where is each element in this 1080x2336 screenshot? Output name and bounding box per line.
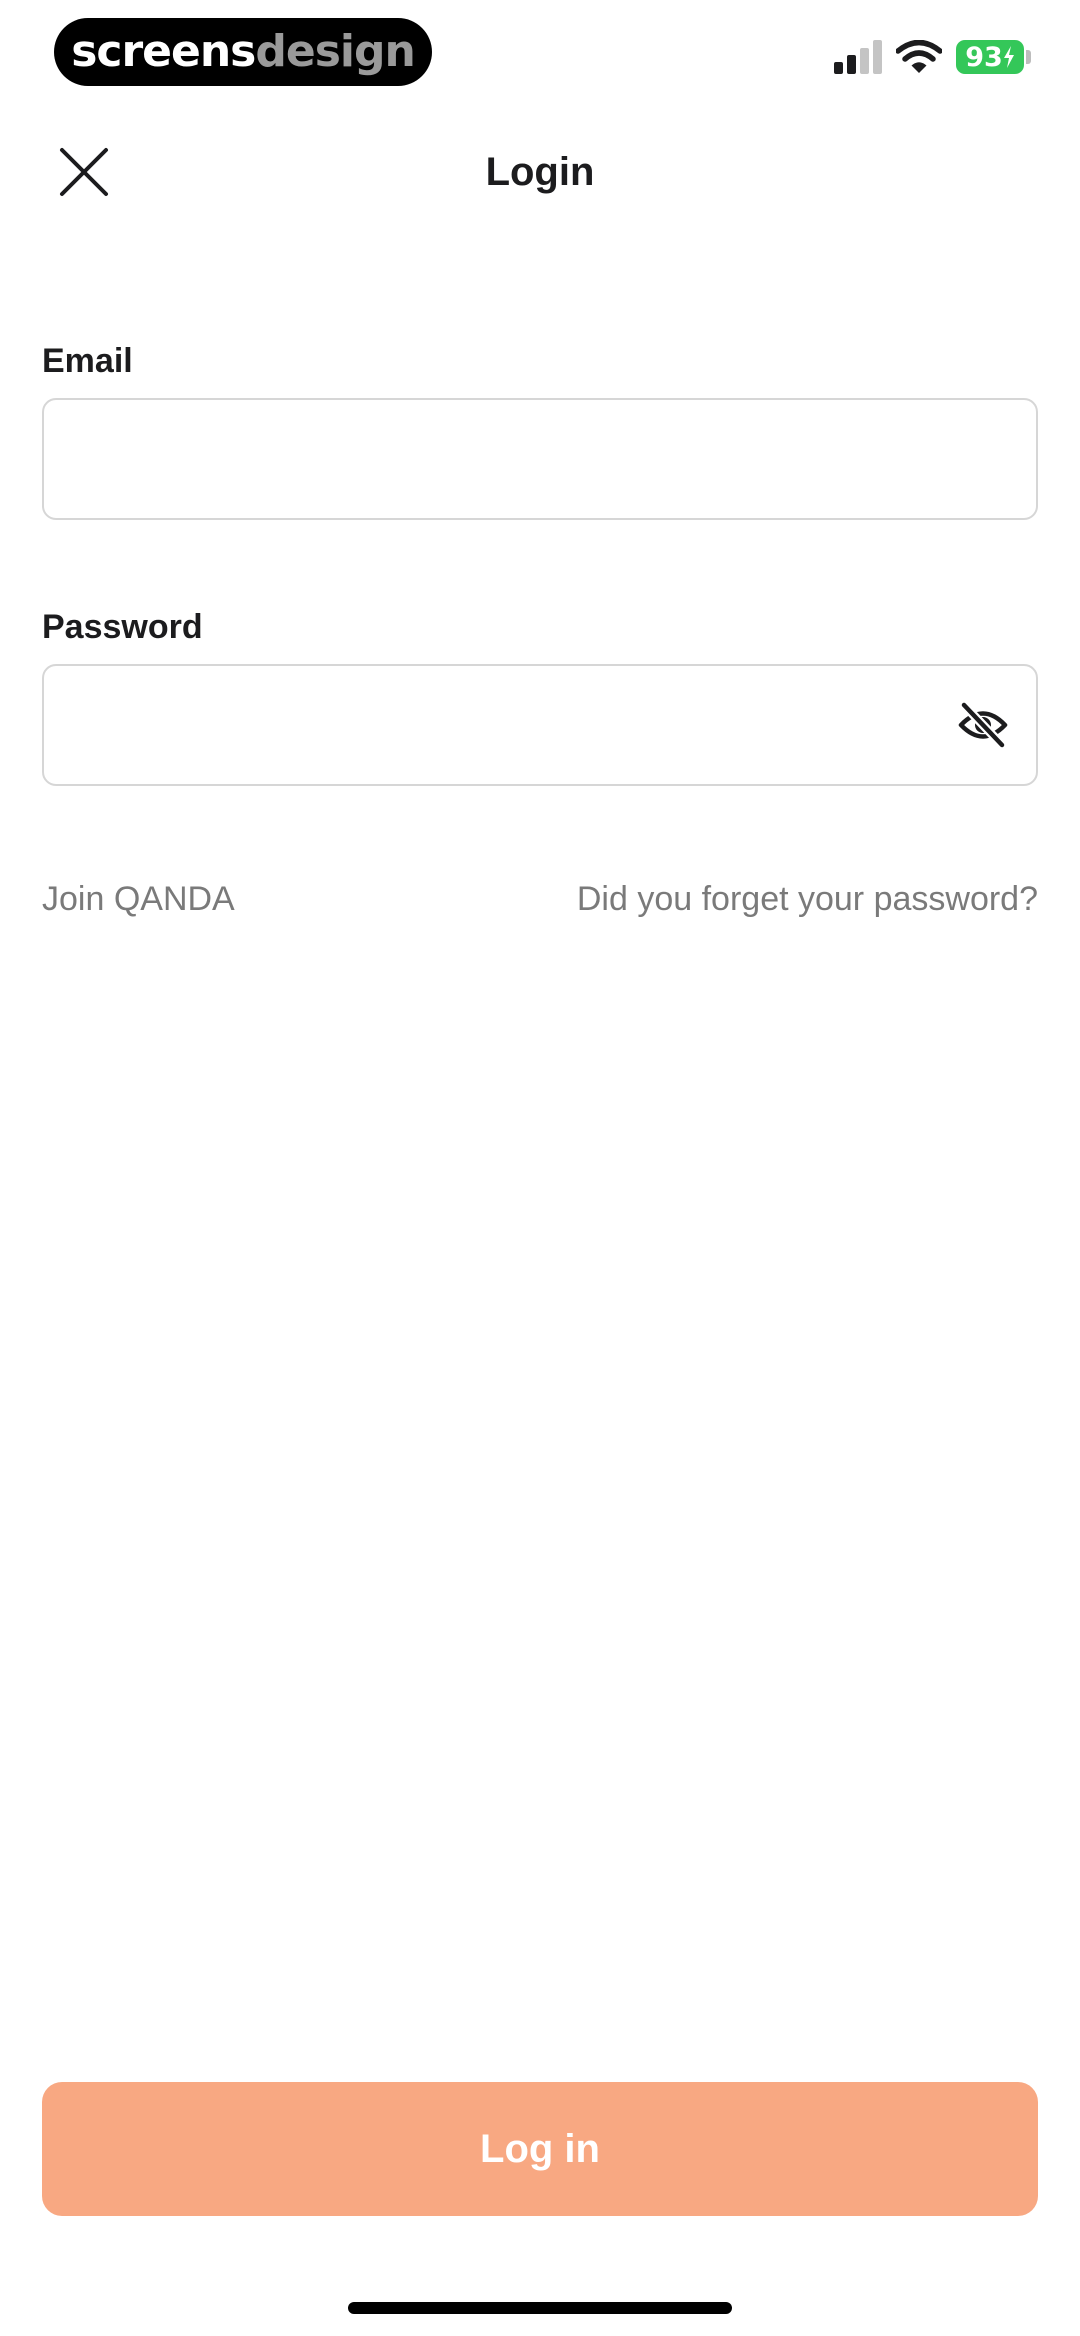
login-button[interactable]: Log in (42, 2082, 1038, 2216)
email-input[interactable] (68, 400, 1008, 518)
forgot-password-link[interactable]: Did you forget your password? (577, 878, 1038, 920)
brand-logo-part2: design (255, 26, 415, 77)
email-label: Email (42, 342, 133, 380)
page-title: Login (485, 150, 595, 194)
charging-bolt-icon (1003, 46, 1014, 68)
battery-level: 93 (965, 41, 1003, 73)
status-bar: screens design 93 (0, 0, 1080, 110)
join-link[interactable]: Join QANDA (42, 878, 235, 920)
cellular-signal-icon (834, 40, 882, 74)
battery-charging-icon: 93 (956, 40, 1024, 74)
brand-logo: screens design (54, 18, 432, 86)
email-field[interactable] (42, 398, 1038, 520)
password-input[interactable] (68, 666, 928, 784)
password-label: Password (42, 608, 203, 646)
home-indicator (348, 2302, 732, 2314)
eye-slash-icon[interactable] (958, 702, 1008, 748)
battery-cap (1026, 50, 1031, 64)
wifi-icon (896, 40, 942, 73)
brand-logo-part1: screens (71, 26, 256, 77)
password-field[interactable] (42, 664, 1038, 786)
